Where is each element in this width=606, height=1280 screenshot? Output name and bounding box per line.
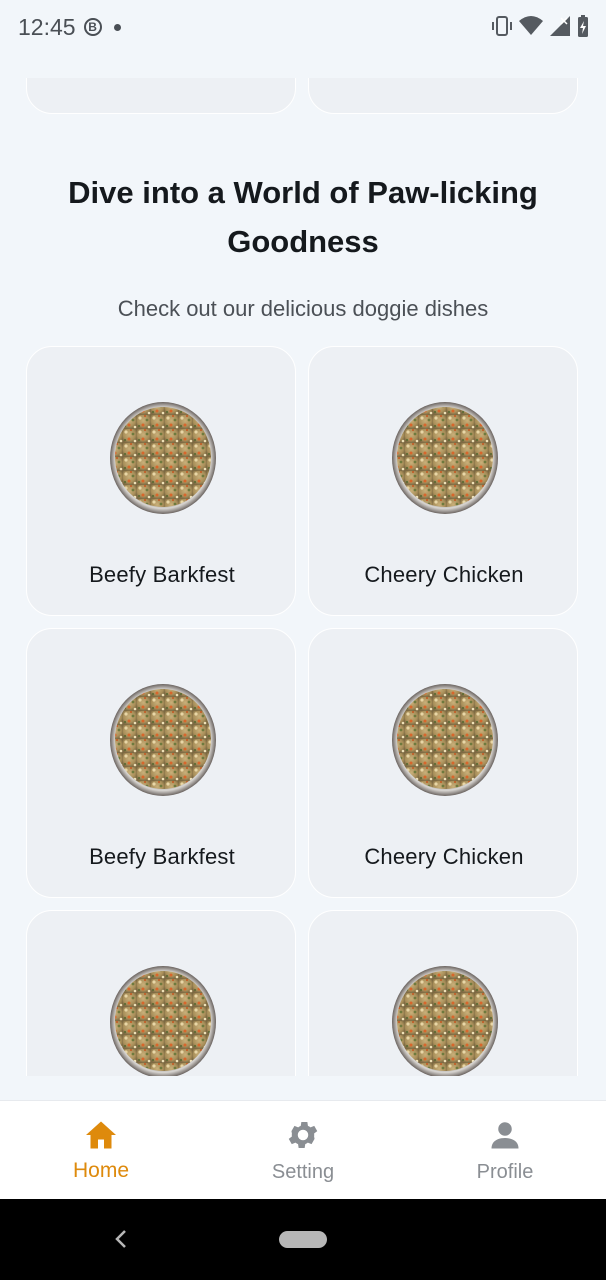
vibrate-icon bbox=[492, 16, 512, 36]
b-notification-icon: B bbox=[83, 18, 102, 36]
nav-setting[interactable]: Setting bbox=[202, 1101, 404, 1199]
battery-charging-icon bbox=[578, 15, 588, 37]
nav-setting-label: Setting bbox=[271, 1161, 335, 1183]
dish-card[interactable] bbox=[26, 910, 296, 1076]
dog-food-bowl-image bbox=[110, 684, 216, 796]
dish-card[interactable]: Beefy Barkfest bbox=[26, 346, 296, 616]
dog-food-bowl-image bbox=[392, 966, 498, 1076]
section-title: Dive into a World of Paw-licking Goodnes… bbox=[68, 175, 538, 259]
status-time: 12:45 bbox=[18, 13, 76, 40]
dog-food-bowl-image bbox=[392, 684, 498, 796]
status-icons bbox=[490, 14, 590, 38]
system-navigation-bar bbox=[0, 1199, 606, 1280]
app-screen: 12:45 B Dive into a World of Paw-licking… bbox=[0, 0, 606, 1280]
dog-food-bowl-image bbox=[110, 966, 216, 1076]
dish-card[interactable] bbox=[308, 910, 578, 1076]
dish-card[interactable]: Cheery Chicken bbox=[308, 628, 578, 898]
dish-name: Cheery Chicken bbox=[364, 562, 524, 587]
back-chevron-icon[interactable] bbox=[112, 1227, 130, 1251]
dish-name: Cheery Chicken bbox=[364, 844, 524, 869]
dog-food-bowl-image bbox=[110, 402, 216, 514]
gear-icon bbox=[288, 1121, 318, 1149]
person-icon bbox=[491, 1122, 519, 1149]
partial-card[interactable] bbox=[26, 78, 296, 114]
nav-profile[interactable]: Profile bbox=[404, 1101, 606, 1199]
partial-card[interactable] bbox=[308, 78, 578, 114]
home-pill-button[interactable] bbox=[279, 1231, 327, 1248]
nav-profile-label: Profile bbox=[476, 1161, 534, 1183]
notification-dot-icon bbox=[113, 23, 121, 31]
nav-home[interactable]: Home bbox=[0, 1101, 202, 1199]
status-bar: 12:45 B bbox=[0, 0, 606, 54]
section-subtitle: Check out our delicious doggie dishes bbox=[117, 296, 489, 321]
dishes-scroll-area[interactable]: Dive into a World of Paw-licking Goodnes… bbox=[0, 78, 606, 1076]
dish-name: Beefy Barkfest bbox=[89, 562, 235, 587]
dish-name: Beefy Barkfest bbox=[89, 844, 235, 869]
wifi-icon bbox=[519, 16, 543, 35]
dog-food-bowl-image bbox=[392, 402, 498, 514]
home-icon bbox=[86, 1121, 116, 1149]
dish-card[interactable]: Beefy Barkfest bbox=[26, 628, 296, 898]
signal-icon bbox=[550, 16, 570, 36]
dish-card[interactable]: Cheery Chicken bbox=[308, 346, 578, 616]
nav-home-label: Home bbox=[72, 1159, 130, 1182]
bottom-navigation: Home Setting Profile bbox=[0, 1100, 606, 1199]
